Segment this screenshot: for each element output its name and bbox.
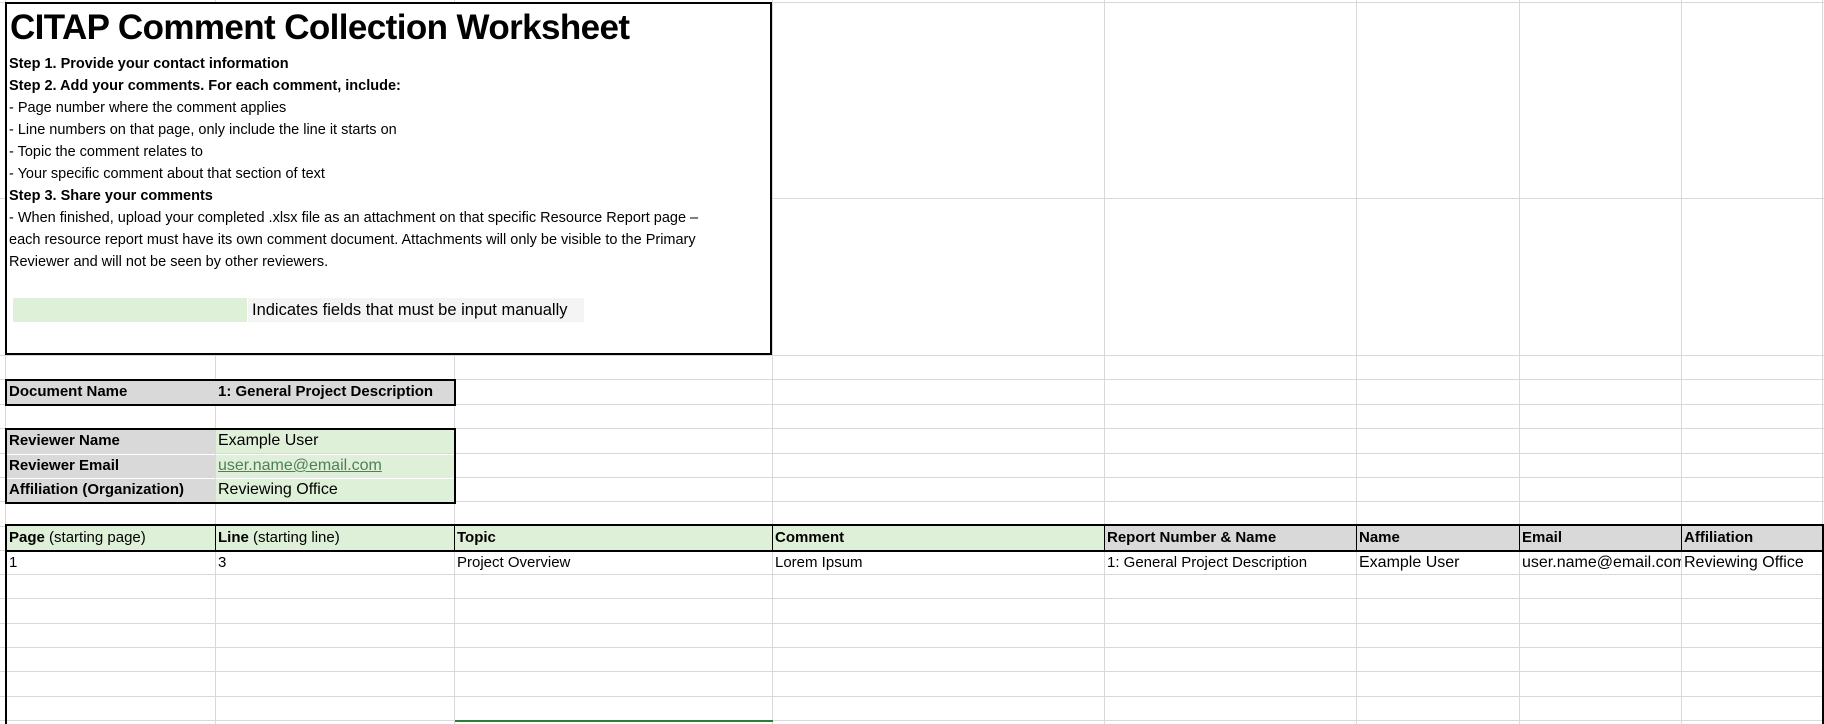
bullet-line-numbers: - Line numbers on that page, only includ… <box>9 122 397 138</box>
affiliation-field[interactable]: Reviewing Office <box>216 479 454 502</box>
cell-comment[interactable]: Lorem Ipsum <box>773 552 1104 574</box>
header-page-label: Page <box>9 529 45 546</box>
worksheet-title: CITAP Comment Collection Worksheet <box>10 8 630 47</box>
header-line-label: Line <box>218 529 249 546</box>
share-line-2: each resource report must have its own c… <box>9 232 696 248</box>
header-affiliation[interactable]: Affiliation <box>1682 526 1822 550</box>
share-line-3: Reviewer and will not be seen by other r… <box>9 254 329 270</box>
step2-text: Step 2. Add your comments. For each comm… <box>9 78 401 94</box>
table-left-border <box>5 552 7 724</box>
affiliation-label: Affiliation (Organization) <box>7 479 215 502</box>
header-comment[interactable]: Comment <box>773 526 1105 550</box>
instructions-panel: CITAP Comment Collection Worksheet Step … <box>5 2 772 355</box>
document-name-value[interactable]: 1: General Project Description <box>216 381 454 404</box>
legend-text: Indicates fields that must be input manu… <box>248 298 584 322</box>
header-page[interactable]: Page (starting page) <box>7 526 216 550</box>
header-line[interactable]: Line (starting line) <box>216 526 455 550</box>
reviewer-name-label: Reviewer Name <box>7 430 215 453</box>
legend-green-swatch <box>13 298 247 322</box>
cell-report[interactable]: 1: General Project Description <box>1105 552 1356 574</box>
step1-text: Step 1. Provide your contact information <box>9 56 289 72</box>
header-report[interactable]: Report Number & Name <box>1105 526 1357 550</box>
reviewer-email-field[interactable]: user.name@email.com <box>216 455 454 478</box>
cell-name[interactable]: Example User <box>1357 552 1519 574</box>
bullet-comment: - Your specific comment about that secti… <box>9 166 325 182</box>
reviewer-name-field[interactable]: Example User <box>216 430 454 453</box>
document-name-label: Document Name <box>7 381 215 404</box>
reviewer-email-link[interactable]: user.name@email.com <box>218 457 382 474</box>
step3-text: Step 3. Share your comments <box>9 188 213 204</box>
header-email[interactable]: Email <box>1520 526 1682 550</box>
cell-page[interactable]: 1 <box>7 552 215 574</box>
active-cell-marker <box>455 720 773 722</box>
cell-affiliation[interactable]: Reviewing Office <box>1682 552 1822 574</box>
header-topic[interactable]: Topic <box>455 526 773 550</box>
cell-line[interactable]: 3 <box>216 552 454 574</box>
header-page-hint: (starting page) <box>44 529 146 546</box>
bullet-topic: - Topic the comment relates to <box>9 144 203 160</box>
bullet-page-number: - Page number where the comment applies <box>9 100 287 116</box>
header-name[interactable]: Name <box>1357 526 1520 550</box>
share-line-1: - When finished, upload your completed .… <box>9 210 699 226</box>
cell-email[interactable]: user.name@email.com <box>1520 552 1681 574</box>
header-line-hint: (starting line) <box>248 529 340 546</box>
cell-topic[interactable]: Project Overview <box>455 552 772 574</box>
reviewer-email-label: Reviewer Email <box>7 455 215 478</box>
